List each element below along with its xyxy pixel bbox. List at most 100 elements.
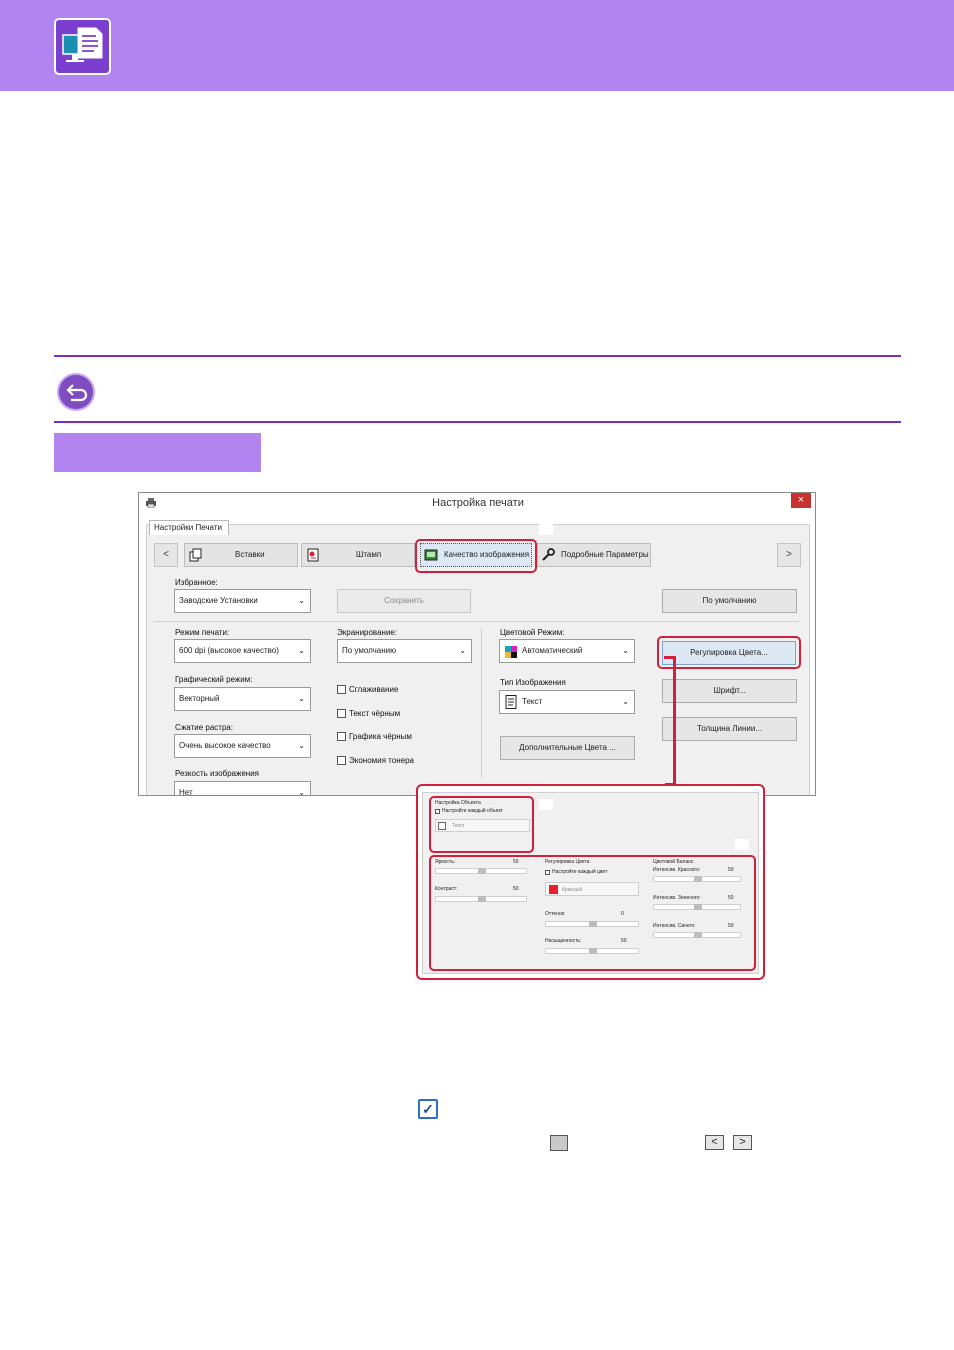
object-select-value: Текст [452, 823, 465, 829]
screening-label: Экранирование: [337, 628, 398, 637]
print-mode-label: Режим печати: [175, 628, 230, 637]
category-inserts-label: Вставки [235, 550, 265, 559]
object-settings-title: Настройка Объекта [435, 800, 481, 806]
print-mode-value: 600 dpi (высокое качество) [179, 646, 279, 655]
callout-line-cap [664, 656, 676, 659]
green-intensity-value: 50 [728, 895, 734, 901]
brightness-slider[interactable] [435, 868, 527, 874]
graphics-mode-select[interactable]: Векторный ⌄ [174, 687, 311, 711]
sharpness-select[interactable]: Нет ⌄ [174, 781, 311, 795]
print-mode-select[interactable]: 600 dpi (высокое качество) ⌄ [174, 639, 311, 663]
red-swatch [549, 885, 558, 894]
bottom-divider [54, 421, 901, 423]
image-type-select[interactable]: Текст ⌄ [499, 690, 635, 714]
category-advanced-label: Подробные Параметры [561, 550, 649, 559]
text-black-checkbox[interactable] [337, 709, 346, 718]
color-mode-icon [505, 645, 517, 658]
slider-thumb[interactable] [694, 904, 702, 910]
category-advanced-button[interactable]: Подробные Параметры [537, 543, 651, 567]
color-mode-label: Цветовой Режим: [500, 628, 565, 637]
save-button[interactable]: Сохранить [337, 589, 471, 613]
category-image-quality-button[interactable]: Качество изображения [420, 543, 532, 567]
default-button[interactable]: По умолчанию [662, 589, 797, 613]
dialog-title: Настройка печати [432, 497, 524, 509]
color-mode-select[interactable]: Автоматический ⌄ [499, 639, 635, 663]
slider-thumb[interactable] [589, 921, 597, 927]
image-quality-icon [424, 548, 438, 562]
slider-thumb[interactable] [589, 948, 597, 954]
color-each-label: Настройте каждый цвет [552, 869, 608, 875]
dialog-titlebar: Настройка печати × [139, 493, 815, 515]
back-arrow-icon[interactable] [57, 373, 95, 411]
hue-label: Оттенок: [545, 911, 566, 917]
category-stamp-label: Штамп [356, 550, 382, 559]
image-type-label: Тип Изображения [500, 678, 566, 687]
saturation-slider[interactable] [545, 948, 639, 954]
arrow-left-icon: < [705, 1135, 724, 1150]
contrast-label: Контраст: [435, 886, 458, 892]
color-select-value: Красный [562, 887, 583, 893]
saturation-label: Насыщенность: [545, 938, 582, 944]
nav-prev-button[interactable]: < [154, 543, 178, 567]
slider-thumb[interactable] [694, 932, 702, 938]
top-divider [54, 355, 901, 357]
hue-slider[interactable] [545, 921, 639, 927]
chevron-down-icon: ⌄ [298, 596, 305, 605]
text-black-label: Текст чёрным [349, 709, 401, 718]
chevron-down-icon: ⌄ [459, 646, 466, 655]
text-object-icon [438, 822, 446, 830]
print-settings-dialog: Настройка печати × Настройки Печати < Вс… [138, 492, 816, 796]
image-type-value: Текст [522, 697, 543, 706]
wrench-icon [541, 548, 555, 562]
color-adjust-title: Регулировка Цвета [545, 859, 590, 865]
green-intensity-slider[interactable] [653, 904, 741, 910]
callout-marker [539, 524, 553, 535]
object-each-label: Настройте каждый объект [442, 808, 503, 814]
color-select[interactable]: Красный [545, 882, 639, 896]
category-image-quality-label: Качество изображения [444, 550, 530, 559]
extra-colors-button[interactable]: Дополнительные Цвета ... [500, 736, 635, 760]
sharpness-label: Резкость изображения [175, 769, 260, 778]
favorites-label: Избранное: [175, 578, 218, 587]
hue-value: 0 [621, 911, 624, 917]
red-intensity-label: Интенсив. Красного: [653, 867, 701, 873]
close-button[interactable]: × [791, 493, 811, 508]
object-select[interactable]: Текст [435, 819, 530, 832]
chevron-down-icon: ⌄ [298, 694, 305, 703]
contrast-slider[interactable] [435, 896, 527, 902]
checkbox-checked-icon: ✓ [418, 1099, 438, 1119]
toner-save-label: Экономия тонера [349, 756, 414, 765]
smoothing-checkbox[interactable] [337, 685, 346, 694]
color-balance-title: Цветовой Баланс [653, 859, 694, 865]
nav-next-button[interactable]: > [777, 543, 801, 567]
color-each-checkbox[interactable] [545, 870, 550, 875]
slider-thumb[interactable] [478, 896, 486, 902]
graphics-black-label: Графика чёрным [349, 732, 412, 741]
red-intensity-value: 50 [728, 867, 734, 873]
slider-thumb[interactable] [478, 868, 486, 874]
color-adjust-button[interactable]: Регулировка Цвета... [662, 641, 796, 665]
red-intensity-slider[interactable] [653, 876, 741, 882]
slider-thumb[interactable] [694, 876, 702, 882]
favorites-select[interactable]: Заводские Установки ⌄ [174, 589, 311, 613]
callout-marker [539, 799, 553, 810]
zoom-body: Настройка Объекта Настройте каждый объек… [422, 792, 759, 974]
object-each-checkbox[interactable] [435, 809, 440, 814]
raster-compression-label: Сжатие растра: [175, 723, 234, 732]
toner-save-checkbox[interactable] [337, 756, 346, 765]
blue-intensity-slider[interactable] [653, 932, 741, 938]
tab-print-settings[interactable]: Настройки Печати [149, 520, 229, 535]
category-stamp-button[interactable]: Штамп [301, 543, 415, 567]
screening-select[interactable]: По умолчанию ⌄ [337, 639, 472, 663]
green-intensity-label: Интенсив. Зеленого: [653, 895, 701, 901]
separator [481, 628, 482, 778]
blue-intensity-label: Интенсив. Синего: [653, 923, 696, 929]
line-width-button[interactable]: Толщина Линии... [662, 717, 797, 741]
font-button[interactable]: Шрифт... [662, 679, 797, 703]
smoothing-label: Сглаживание [349, 685, 399, 694]
document-icon [505, 695, 517, 709]
color-adjust-dialog-zoom: Настройка Объекта Настройте каждый объек… [416, 784, 765, 980]
category-inserts-button[interactable]: Вставки [184, 543, 298, 567]
raster-compression-select[interactable]: Очень высокое качество ⌄ [174, 734, 311, 758]
graphics-black-checkbox[interactable] [337, 732, 346, 741]
